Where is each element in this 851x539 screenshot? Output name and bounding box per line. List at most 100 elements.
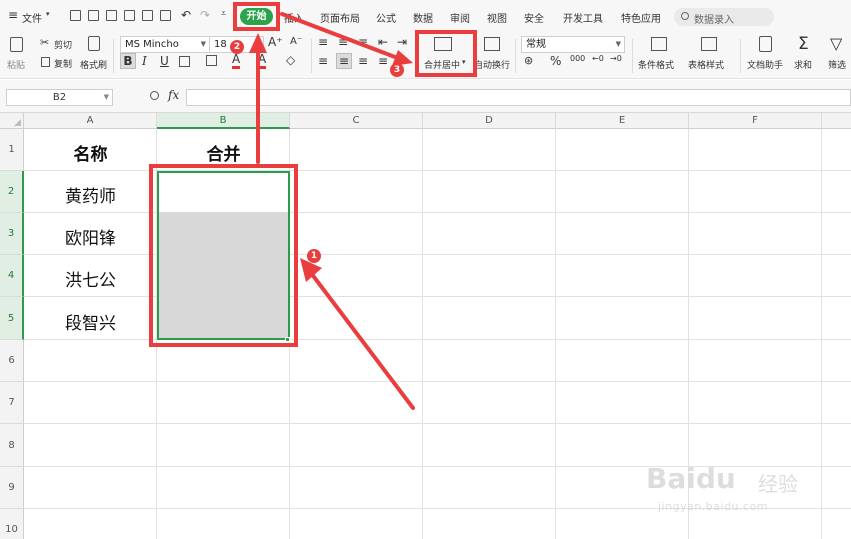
cell-a5[interactable]: 段智兴 [24, 309, 157, 334]
select-all-corner[interactable] [0, 113, 24, 129]
search-box[interactable]: 数据录入 [674, 8, 774, 26]
row-header-10[interactable]: 10 [0, 509, 24, 539]
tab-special[interactable]: 特色应用 [621, 10, 661, 25]
increase-font-icon[interactable]: A⁺ [268, 35, 283, 49]
cell-a2[interactable]: 黄药师 [24, 182, 157, 207]
table-style-button[interactable]: 表格样式 [688, 58, 724, 71]
grid-line [422, 129, 423, 539]
row-header-8[interactable]: 8 [0, 424, 24, 467]
row-header-6[interactable]: 6 [0, 340, 24, 382]
doc-assistant-button[interactable]: 文档助手 [747, 58, 783, 71]
wrap-text-icon[interactable] [484, 37, 500, 51]
align-center-icon[interactable]: ≡ [336, 53, 352, 69]
align-middle-icon[interactable]: ≡ [338, 35, 348, 49]
decrease-font-icon[interactable]: A⁻ [290, 36, 302, 47]
column-header-d[interactable]: D [423, 113, 556, 129]
column-header-c[interactable]: C [290, 113, 423, 129]
name-box[interactable]: B2 ▼ [6, 89, 113, 106]
print-icon[interactable] [142, 10, 153, 21]
formula-input[interactable] [186, 89, 851, 106]
cell-a4[interactable]: 洪七公 [24, 266, 157, 291]
justify-icon[interactable]: ≡ [378, 54, 388, 68]
increase-decimal-icon[interactable]: ←0 [592, 54, 604, 63]
number-format-select[interactable]: 常规 ▼ [521, 36, 625, 53]
filter-button[interactable]: 筛选 [828, 58, 846, 71]
row-header-2[interactable]: 2 [0, 171, 24, 213]
new-doc-icon[interactable] [70, 10, 81, 21]
currency-icon[interactable]: ⊛ [524, 54, 533, 67]
scissors-icon[interactable]: ✂ [40, 36, 49, 49]
tab-formulas[interactable]: 公式 [376, 10, 396, 25]
row-header-5[interactable]: 5 [0, 297, 24, 340]
cell-b1[interactable]: 合并 [157, 140, 290, 165]
table-style-icon[interactable] [701, 37, 717, 51]
align-left-icon[interactable]: ≡ [318, 54, 328, 68]
zoom-icon[interactable] [150, 91, 159, 100]
file-menu[interactable]: 文件 [22, 10, 42, 25]
percent-icon[interactable]: % [550, 54, 561, 68]
menu-bar: ≡ 文件 ▾ ↶ ↷ ⩡ 开始 插入 页面布局 公式 数据 审阅 视图 安全 开… [0, 0, 851, 33]
cut-button[interactable]: 剪切 [54, 38, 72, 51]
insert-function-icon[interactable]: fx [168, 88, 179, 102]
column-header-b[interactable]: B [157, 113, 290, 129]
ribbon-divider [740, 39, 741, 73]
conditional-format-button[interactable]: 条件格式 [638, 58, 674, 71]
column-header-f[interactable]: F [689, 113, 822, 129]
save-icon[interactable] [106, 10, 117, 21]
highlight-icon[interactable]: A [258, 53, 267, 69]
fill-color-icon[interactable] [206, 55, 217, 66]
open-folder-icon[interactable] [88, 10, 99, 21]
paste-button[interactable]: 粘贴 [7, 58, 25, 71]
file-menu-chevron-icon[interactable]: ▾ [46, 10, 50, 18]
hamburger-menu-icon[interactable]: ≡ [8, 8, 18, 22]
sum-button[interactable]: 求和 [794, 58, 812, 71]
bold-icon[interactable]: B [120, 53, 136, 69]
indent-decrease-icon[interactable]: ⇤ [378, 35, 388, 49]
undo-icon[interactable]: ↶ [181, 8, 191, 22]
tab-developer[interactable]: 开发工具 [563, 10, 603, 25]
row-header-4[interactable]: 4 [0, 255, 24, 297]
doc-assistant-icon[interactable] [759, 36, 772, 52]
row-header-9[interactable]: 9 [0, 467, 24, 509]
row-header-3[interactable]: 3 [0, 213, 24, 255]
print-preview-icon[interactable] [160, 10, 171, 21]
italic-icon[interactable]: I [142, 54, 147, 68]
font-name-value: MS Mincho [125, 39, 179, 50]
thousands-separator-icon[interactable]: 000 [570, 54, 585, 63]
font-color-icon[interactable]: A [232, 53, 241, 69]
cell-a3[interactable]: 欧阳锋 [24, 224, 157, 249]
quick-access-more-icon[interactable]: ⩡ [221, 9, 226, 19]
copy-button[interactable]: 复制 [54, 57, 72, 70]
borders-icon[interactable] [179, 56, 190, 67]
tab-view[interactable]: 视图 [487, 10, 507, 25]
font-name-select[interactable]: MS Mincho ▼ [120, 36, 210, 53]
row-header-7[interactable]: 7 [0, 382, 24, 424]
row-header-1[interactable]: 1 [0, 129, 24, 171]
align-right-icon[interactable]: ≡ [358, 54, 368, 68]
sum-icon[interactable]: Σ [798, 34, 809, 54]
tab-security[interactable]: 安全 [524, 10, 544, 25]
conditional-format-icon[interactable] [651, 37, 667, 51]
format-painter-button[interactable]: 格式刷 [80, 58, 107, 71]
export-pdf-icon[interactable] [124, 10, 135, 21]
column-header-e[interactable]: E [556, 113, 689, 129]
column-header-a[interactable]: A [24, 113, 157, 129]
paste-icon[interactable] [10, 37, 23, 52]
copy-icon[interactable] [41, 57, 50, 67]
tab-insert[interactable]: 插入 [284, 10, 304, 25]
tab-review[interactable]: 审阅 [450, 10, 470, 25]
column-header-g[interactable] [822, 113, 851, 129]
tab-data[interactable]: 数据 [413, 10, 433, 25]
clear-format-icon[interactable]: ◇ [286, 53, 295, 67]
tab-page-layout[interactable]: 页面布局 [320, 10, 360, 25]
format-painter-icon[interactable] [88, 36, 100, 51]
filter-icon[interactable]: ▽ [830, 34, 842, 53]
align-top-icon[interactable]: ≡ [318, 35, 328, 49]
cell-a1[interactable]: 名称 [24, 140, 157, 165]
underline-icon[interactable]: U [160, 54, 169, 68]
redo-icon[interactable]: ↷ [200, 8, 210, 22]
wrap-text-button[interactable]: 自动换行 [474, 58, 510, 71]
indent-increase-icon[interactable]: ⇥ [397, 35, 407, 49]
align-bottom-icon[interactable]: ≡ [358, 35, 368, 49]
decrease-decimal-icon[interactable]: →0 [610, 54, 622, 63]
